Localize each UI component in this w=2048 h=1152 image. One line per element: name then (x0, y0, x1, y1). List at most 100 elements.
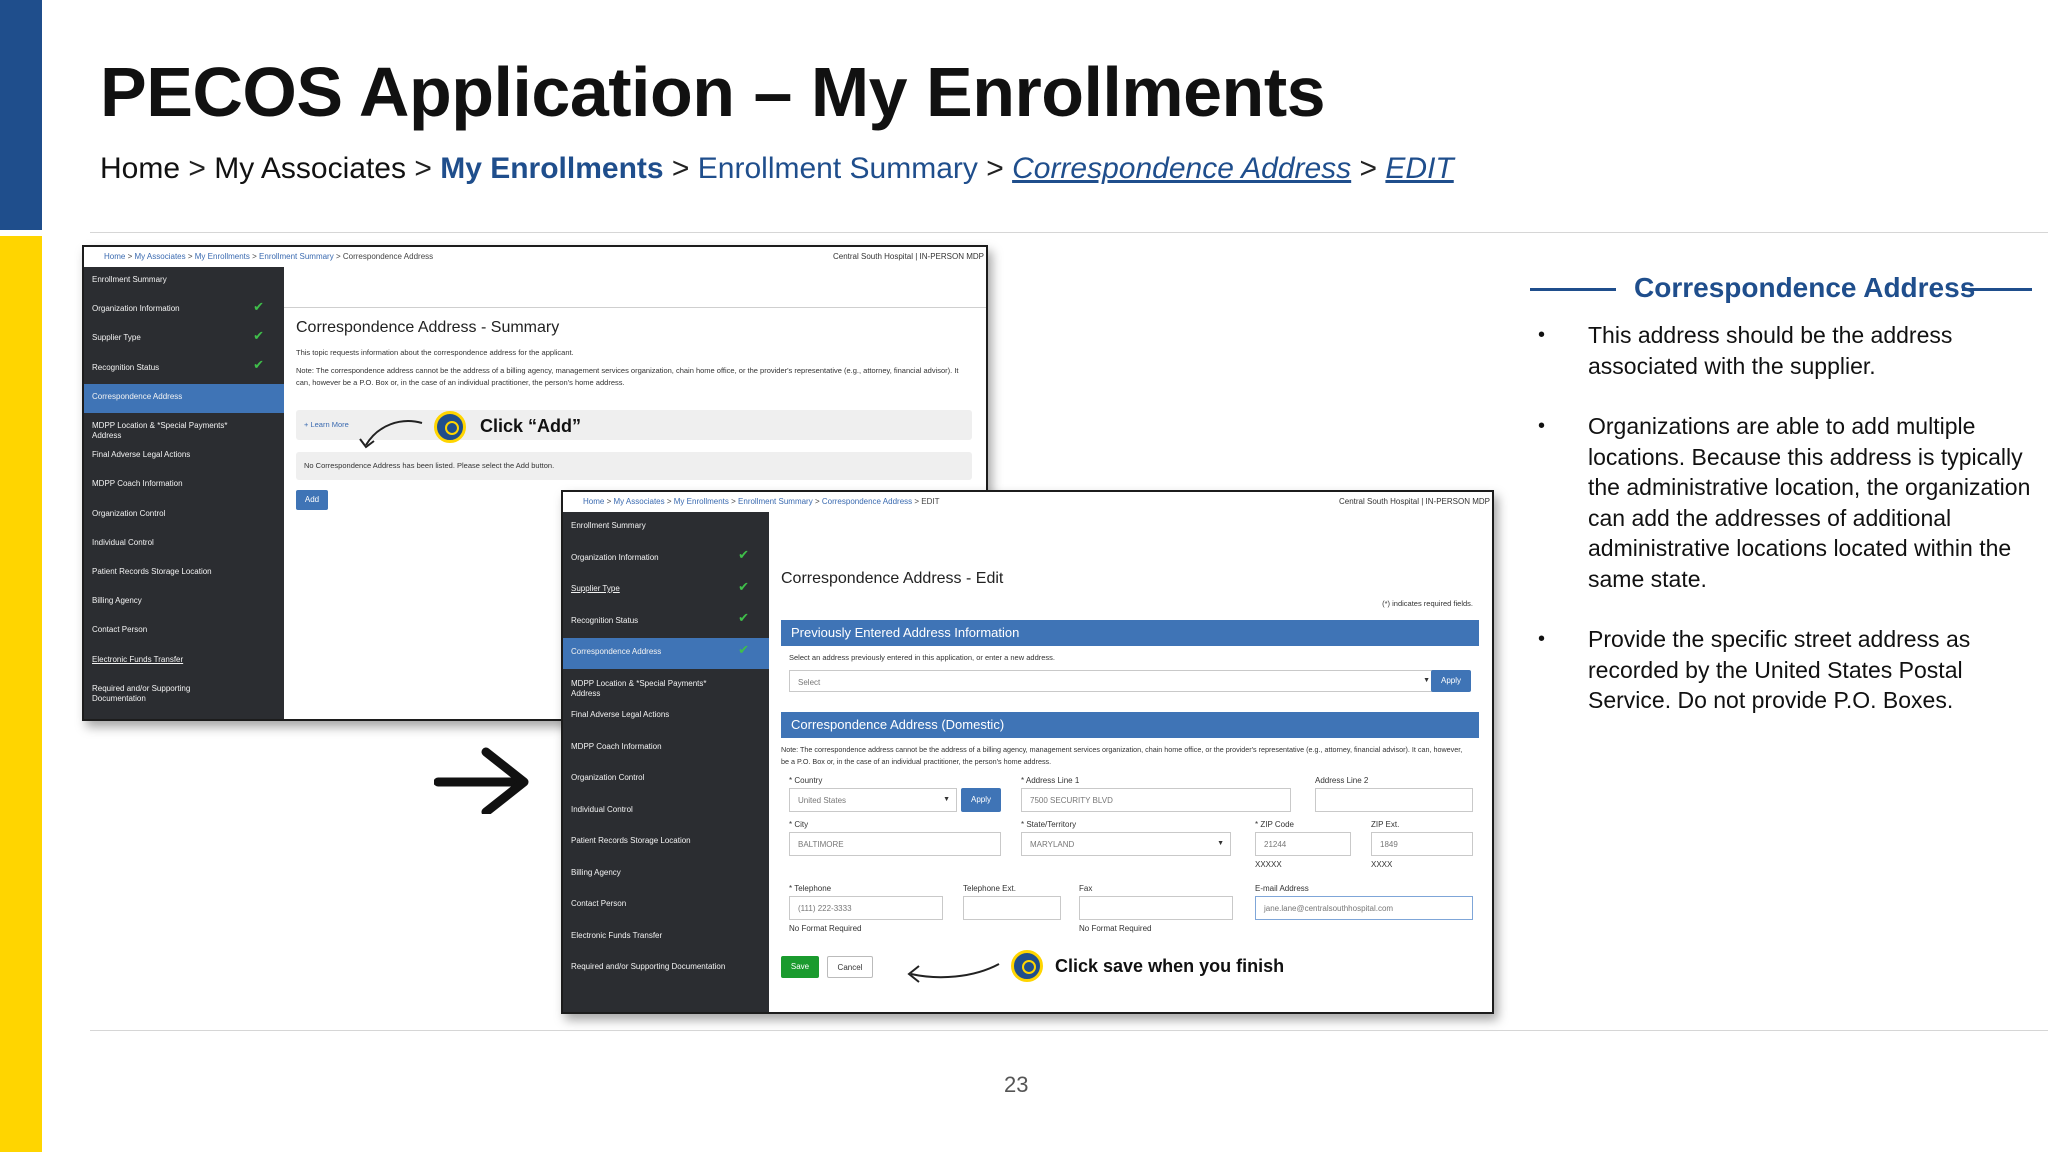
crumb[interactable]: Home (104, 252, 125, 261)
sidebar-item-label: Recognition Status (92, 362, 160, 372)
shot2-sidebar: Enrollment Summary Organization Informati… (563, 512, 769, 1012)
crumb-sep: > (252, 252, 257, 261)
cancel-button[interactable]: Cancel (827, 956, 873, 978)
crumb[interactable]: Enrollment Summary (738, 497, 813, 506)
state-select[interactable]: MARYLAND ▼ (1021, 832, 1231, 856)
sidebar-item[interactable]: Individual Control (84, 530, 284, 559)
state-value: MARYLAND (1030, 840, 1075, 849)
sidebar-item[interactable]: Correspondence Address ✔ (563, 638, 769, 669)
breadcrumb-my-enrollments: My Enrollments (440, 152, 664, 185)
crumb[interactable]: My Associates (613, 497, 664, 506)
sidebar-item[interactable]: Required and/or Supporting Documentation (563, 953, 769, 984)
crumb[interactable]: Home (583, 497, 604, 506)
learn-more-link[interactable]: + Learn More (304, 419, 349, 431)
sidebar-item[interactable]: Contact Person (84, 617, 284, 646)
crumb[interactable]: My Enrollments (674, 497, 729, 506)
sidebar-item[interactable]: MDPP Coach Information (563, 733, 769, 764)
lightbulb-icon (1011, 950, 1043, 982)
sidebar-item[interactable]: Supplier Type ✔ (563, 575, 769, 606)
sidebar-item[interactable]: Electronic Funds Transfer (563, 922, 769, 953)
sidebar-item[interactable]: Recognition Status ✔ (84, 355, 284, 384)
checkmark-icon: ✔ (738, 641, 749, 657)
sidebar-item[interactable]: MDPP Location & *Special Payments* Addre… (84, 413, 284, 442)
sidebar-item[interactable]: Electronic Funds Transfer (84, 647, 284, 676)
breadcrumb-correspondence-address[interactable]: Correspondence Address (1012, 152, 1351, 185)
sidebar-item[interactable]: Required and/or Supporting Documentation (84, 676, 284, 705)
shot2-breadcrumb: Home > My Associates > My Enrollments > … (563, 492, 1492, 510)
sidebar-item[interactable]: Enrollment Summary (84, 267, 284, 296)
crumb[interactable]: My Enrollments (195, 252, 250, 261)
sidebar-item[interactable]: Organization Control (84, 501, 284, 530)
chevron-down-icon: ▼ (1217, 840, 1224, 847)
sidebar-item-label: Patient Records Storage Location (571, 836, 691, 845)
sidebar-item-label: Organization Control (92, 508, 166, 518)
apply-country-button[interactable]: Apply (961, 788, 1001, 812)
country-select[interactable]: United States ▼ (789, 788, 957, 812)
bullet-item: Provide the specific street address as r… (1536, 624, 2036, 716)
email-label: E-mail Address (1255, 884, 1309, 893)
breadcrumb-sep: > (671, 152, 690, 185)
title-rule-right (1962, 288, 2032, 291)
crumb-sep: > (666, 497, 672, 506)
zip-hint: XXXXX (1255, 860, 1282, 869)
shot2-callout: Click save when you finish (1055, 956, 1285, 976)
address-line-1-input[interactable]: 7500 SECURITY BLVD (1021, 788, 1291, 812)
breadcrumb-edit[interactable]: EDIT (1385, 152, 1453, 185)
save-button[interactable]: Save (781, 956, 819, 978)
zip-input[interactable]: 21244 (1255, 832, 1351, 856)
sidebar-item[interactable]: Supplier Type ✔ (84, 325, 284, 354)
crumb[interactable]: Correspondence Address (822, 497, 912, 506)
checkmark-icon: ✔ (738, 578, 749, 594)
sidebar-item-label: MDPP Coach Information (571, 741, 662, 751)
arrow-right-icon (434, 747, 529, 814)
crumb-sep: > (731, 497, 736, 506)
sidebar-item[interactable]: Individual Control (563, 796, 769, 827)
sidebar-item-label: MDPP Coach Information (92, 479, 183, 489)
sidebar-item-label: Correspondence Address (571, 647, 662, 656)
callout-arrow-icon (907, 963, 1000, 983)
sidebar-item[interactable]: MDPP Coach Information (84, 471, 284, 500)
shot1-sidebar: Enrollment Summary Organization Informati… (84, 267, 284, 719)
sidebar-item-label: Correspondence Address (92, 391, 183, 401)
breadcrumb-sep: > (1359, 152, 1378, 185)
sidebar-item-label: MDPP Location & *Special Payments* Addre… (571, 678, 707, 698)
sidebar-item-label: Individual Control (571, 804, 633, 814)
sidebar-item[interactable]: Correspondence Address (84, 383, 284, 413)
crumb[interactable]: My Associates (134, 252, 185, 261)
sidebar-item-label: Billing Agency (92, 596, 142, 606)
shot2-note: Note: The correspondence address cannot … (781, 745, 1463, 766)
crumb-current: EDIT (921, 497, 940, 506)
apply-address-button[interactable]: Apply (1431, 670, 1471, 692)
email-input[interactable]: jane.lane@centralsouthhospital.com (1255, 896, 1473, 920)
sidebar-item[interactable]: Recognition Status ✔ (563, 607, 769, 638)
add-button[interactable]: Add (296, 490, 328, 510)
lightbulb-icon (434, 411, 466, 443)
sidebar-item[interactable]: Organization Information ✔ (84, 296, 284, 325)
previous-address-select[interactable]: Select ▼ (789, 670, 1437, 692)
zip-ext-input[interactable]: 1849 (1371, 832, 1473, 856)
city-label: * City (789, 820, 809, 829)
sidebar-item-label: Final Adverse Legal Actions (571, 710, 670, 719)
sidebar-item[interactable]: Final Adverse Legal Actions (563, 701, 769, 732)
city-input[interactable]: BALTIMORE (789, 832, 1001, 856)
sidebar-item[interactable]: Final Adverse Legal Actions (84, 442, 284, 471)
sidebar-item[interactable]: Organization Control (563, 764, 769, 795)
address-line-2-input[interactable] (1315, 788, 1473, 812)
sidebar-item[interactable]: Contact Person (563, 890, 769, 921)
telephone-ext-input[interactable] (963, 896, 1061, 920)
fax-input[interactable] (1079, 896, 1233, 920)
sidebar-item[interactable]: Billing Agency (563, 859, 769, 890)
sidebar-item[interactable]: Enrollment Summary (563, 512, 769, 543)
sidebar-item-label: Electronic Funds Transfer (571, 930, 663, 940)
telephone-input[interactable]: (111) 222-3333 (789, 896, 943, 920)
shot1-callout: Click “Add” (480, 416, 582, 436)
sidebar-item[interactable]: Billing Agency (84, 588, 284, 617)
sidebar-item[interactable]: Organization Information ✔ (563, 544, 769, 575)
sidebar-item[interactable]: Patient Records Storage Location (84, 559, 284, 588)
sidebar-item[interactable]: MDPP Location & *Special Payments* Addre… (563, 670, 769, 701)
sidebar-item-label: Enrollment Summary (571, 521, 646, 530)
crumb[interactable]: Enrollment Summary (259, 252, 334, 261)
breadcrumb-my-associates: My Associates (214, 152, 406, 185)
phone-ext-label: Telephone Ext. (963, 884, 1016, 893)
sidebar-item[interactable]: Patient Records Storage Location (563, 827, 769, 858)
